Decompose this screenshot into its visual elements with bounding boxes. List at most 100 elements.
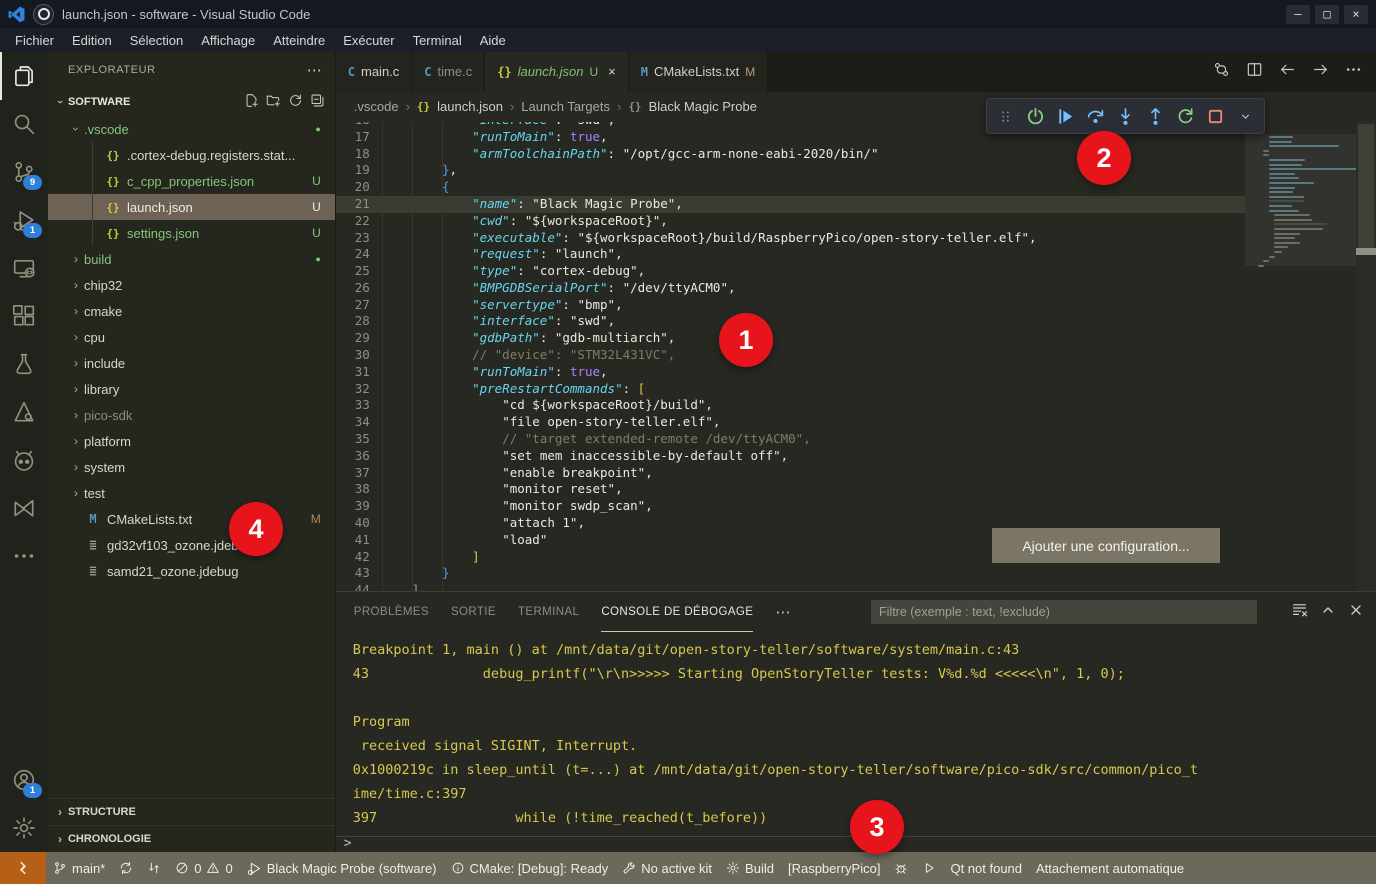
panel-tab-terminal[interactable]: TERMINAL [518, 592, 579, 632]
debug-step-into-button[interactable] [1112, 102, 1139, 130]
breadcrumb-item-vscode[interactable]: .vscode [354, 99, 399, 114]
code-line-26[interactable]: 26 "BMPGDBSerialPort": "/dev/ttyACM0", [336, 280, 1245, 297]
section-software[interactable]: › SOFTWARE [48, 88, 335, 116]
activity-explorer[interactable] [0, 52, 48, 100]
tree-item-vscode[interactable]: ›.vscode● [48, 116, 335, 142]
activity-visual-studio[interactable] [0, 484, 48, 532]
status-play[interactable] [915, 861, 943, 875]
tree-item-cpu[interactable]: ›cpu [48, 324, 335, 350]
chevron-up-button[interactable] [1320, 602, 1336, 623]
console-filter-input[interactable] [871, 600, 1257, 624]
tab-main-c[interactable]: Cmain.c [336, 52, 413, 92]
menu-se-lection[interactable]: Sélection [121, 33, 192, 48]
refresh-button[interactable] [288, 93, 303, 111]
debug-start-button[interactable] [1022, 102, 1049, 130]
debug-continue-button[interactable] [1052, 102, 1079, 130]
menu-fichier[interactable]: Fichier [6, 33, 63, 48]
status-cmake-debug-ready[interactable]: CMake: [Debug]: Ready [444, 861, 616, 876]
activity-search[interactable] [0, 100, 48, 148]
status-bug[interactable] [887, 861, 915, 875]
code-line-37[interactable]: 37 "enable breakpoint", [336, 465, 1245, 482]
code-line-24[interactable]: 24 "request": "launch", [336, 246, 1245, 263]
code-line-35[interactable]: 35 // "target extended-remote /dev/ttyAC… [336, 431, 1245, 448]
code-line-44[interactable]: 44 ] [336, 582, 1245, 591]
problems-status[interactable]: 00 [168, 861, 239, 876]
new-file-button[interactable] [244, 93, 259, 111]
collapse-all-button[interactable] [310, 93, 325, 111]
tab-cmakelists-txt[interactable]: MCMakeLists.txtM [629, 52, 768, 92]
arrow-left-button[interactable] [1279, 61, 1296, 83]
tree-item-chip32[interactable]: ›chip32 [48, 272, 335, 298]
status-compare-changes[interactable] [140, 861, 168, 875]
code-editor[interactable]: 16 "interface": "swd",17 "runToMain": tr… [336, 122, 1376, 591]
tree-item-build[interactable]: ›build● [48, 246, 335, 272]
panel-tab-console-de-de-bogage[interactable]: CONSOLE DE DÉBOGAGE [601, 592, 753, 632]
activity-source-control[interactable]: 9 [0, 148, 48, 196]
panel-more-icon[interactable]: ⋯ [775, 603, 791, 621]
panel-tab-sortie[interactable]: SORTIE [451, 592, 496, 632]
menu-atteindre[interactable]: Atteindre [264, 33, 334, 48]
tree-item-c-cpp-properties-json[interactable]: {}c_cpp_properties.jsonU [48, 168, 335, 194]
activity-testing[interactable] [0, 340, 48, 388]
debug-step-over-button[interactable] [1082, 102, 1109, 130]
breadcrumb-item-launch-json[interactable]: launch.json [437, 99, 503, 114]
tree-item-platform[interactable]: ›platform [48, 428, 335, 454]
status-main[interactable]: main* [46, 861, 112, 876]
sidebar-more-icon[interactable]: ⋯ [307, 61, 323, 79]
maximize-button[interactable]: □ [1315, 5, 1339, 24]
code-line-33[interactable]: 33 "cd ${workspaceRoot}/build", [336, 397, 1245, 414]
code-line-22[interactable]: 22 "cwd": "${workspaceRoot}", [336, 213, 1245, 230]
tab-time-c[interactable]: Ctime.c [412, 52, 485, 92]
tree-item-include[interactable]: ›include [48, 350, 335, 376]
new-folder-button[interactable] [266, 93, 281, 111]
code-line-29[interactable]: 29 "gdbPath": "gdb-multiarch", [336, 330, 1245, 347]
debug-dropdown-button[interactable] [1232, 102, 1259, 130]
vertical-scrollbar[interactable] [1356, 122, 1376, 591]
code-line-28[interactable]: 28 "interface": "swd", [336, 313, 1245, 330]
tree-item-gd32vf103-ozone-jdebug[interactable]: ≣gd32vf103_ozone.jdebug [48, 532, 335, 558]
open-changes-button[interactable] [1213, 61, 1230, 83]
tab-launch-json[interactable]: {}launch.jsonU× [485, 52, 629, 92]
tree-item-cmake[interactable]: ›cmake [48, 298, 335, 324]
code-line-43[interactable]: 43 } [336, 565, 1245, 582]
activity-remote-explorer[interactable] [0, 244, 48, 292]
close-tab-icon[interactable]: × [608, 64, 616, 79]
debug-stop-button[interactable] [1202, 102, 1229, 130]
menu-exe-cuter[interactable]: Exécuter [334, 33, 403, 48]
code-line-27[interactable]: 27 "servertype": "bmp", [336, 297, 1245, 314]
section-chronologie[interactable]: ›CHRONOLOGIE [48, 825, 335, 852]
status-no-active-kit[interactable]: No active kit [615, 861, 719, 876]
menu-affichage[interactable]: Affichage [192, 33, 264, 48]
breadcrumb-item-black-magic-probe[interactable]: Black Magic Probe [649, 99, 757, 114]
code-line-23[interactable]: 23 "executable": "${workspaceRoot}/build… [336, 230, 1245, 247]
tree-item-library[interactable]: ›library [48, 376, 335, 402]
add-configuration-button[interactable]: Ajouter une configuration... [992, 528, 1220, 563]
debug-restart-button[interactable] [1172, 102, 1199, 130]
clear-console-button[interactable] [1291, 601, 1308, 623]
code-line-30[interactable]: 30 // "device": "STM32L431VC", [336, 347, 1245, 364]
activity-accounts[interactable]: 1 [0, 756, 48, 804]
code-line-21[interactable]: 21 "name": "Black Magic Probe", [336, 196, 1245, 213]
status-raspberrypico[interactable]: [RaspberryPico] [781, 861, 887, 876]
debug-step-out-button[interactable] [1142, 102, 1169, 130]
tree-item-launch-json[interactable]: {}launch.jsonU [48, 194, 335, 220]
debug-drag-grip-button[interactable] [992, 102, 1019, 130]
tree-item-samd21-ozone-jdebug[interactable]: ≣samd21_ozone.jdebug [48, 558, 335, 584]
code-line-39[interactable]: 39 "monitor swdp_scan", [336, 498, 1245, 515]
status-qt-not-found[interactable]: Qt not found [943, 861, 1029, 876]
tree-item-test[interactable]: ›test [48, 480, 335, 506]
arrow-right-button[interactable] [1312, 61, 1329, 83]
status-attachement-automatique[interactable]: Attachement automatique [1029, 861, 1191, 876]
section-structure[interactable]: ›STRUCTURE [48, 798, 335, 825]
code-line-32[interactable]: 32 "preRestartCommands": [ [336, 381, 1245, 398]
code-line-36[interactable]: 36 "set mem inaccessible-by-default off"… [336, 448, 1245, 465]
code-line-31[interactable]: 31 "runToMain": true, [336, 364, 1245, 381]
ellipsis-button[interactable] [1345, 61, 1362, 83]
menu-terminal[interactable]: Terminal [404, 33, 471, 48]
activity-extensions[interactable] [0, 292, 48, 340]
code-line-34[interactable]: 34 "file open-story-teller.elf", [336, 414, 1245, 431]
tree-item-cortex-debug-registers-stat[interactable]: {}.cortex-debug.registers.stat... [48, 142, 335, 168]
tree-item-cmakelists-txt[interactable]: MCMakeLists.txtM [48, 506, 335, 532]
code-line-25[interactable]: 25 "type": "cortex-debug", [336, 263, 1245, 280]
tree-item-pico-sdk[interactable]: ›pico-sdk [48, 402, 335, 428]
